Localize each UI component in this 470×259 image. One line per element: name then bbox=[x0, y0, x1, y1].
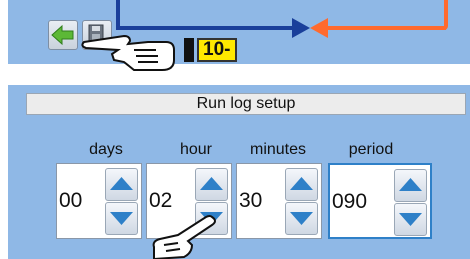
arrow-up-icon bbox=[110, 177, 133, 190]
orange-pipe-vertical bbox=[444, 0, 448, 30]
green-arrow-left-icon bbox=[51, 24, 74, 46]
arrow-down-icon bbox=[110, 212, 133, 225]
days-value: 00 bbox=[59, 189, 83, 212]
pointing-hand-icon bbox=[81, 34, 175, 71]
hour-increment-button[interactable] bbox=[195, 168, 228, 201]
arrow-up-icon bbox=[399, 178, 422, 191]
days-label: days bbox=[89, 141, 123, 158]
panel-title: Run log setup bbox=[26, 93, 466, 115]
days-spinner[interactable]: 00 bbox=[56, 163, 142, 239]
valve-icon bbox=[292, 18, 328, 38]
minutes-label: minutes bbox=[249, 141, 307, 158]
period-increment-button[interactable] bbox=[394, 169, 427, 202]
period-value: 090 bbox=[332, 190, 368, 213]
period-spinner[interactable]: 090 bbox=[328, 163, 432, 239]
arrow-down-icon bbox=[290, 212, 313, 225]
arrow-down-icon bbox=[399, 213, 422, 226]
minutes-decrement-button[interactable] bbox=[285, 202, 318, 235]
days-decrement-button[interactable] bbox=[105, 202, 138, 235]
back-button[interactable] bbox=[48, 20, 78, 50]
minutes-increment-button[interactable] bbox=[285, 168, 318, 201]
minutes-value: 30 bbox=[239, 189, 263, 212]
minutes-spinner[interactable]: 30 bbox=[236, 163, 322, 239]
schematic-panel: 10- bbox=[8, 0, 470, 71]
step-badge: 10- bbox=[197, 38, 237, 62]
run-log-panel: Run log setup days hour minutes period 0… bbox=[8, 85, 470, 259]
arrow-up-icon bbox=[200, 177, 223, 190]
arrow-up-icon bbox=[290, 177, 313, 190]
days-increment-button[interactable] bbox=[105, 168, 138, 201]
pointing-hand-icon bbox=[152, 215, 216, 259]
period-decrement-button[interactable] bbox=[394, 203, 427, 236]
indicator-bar bbox=[184, 38, 194, 62]
period-label: period bbox=[348, 141, 394, 158]
orange-pipe-horizontal bbox=[326, 26, 446, 30]
hour-label: hour bbox=[179, 141, 213, 158]
